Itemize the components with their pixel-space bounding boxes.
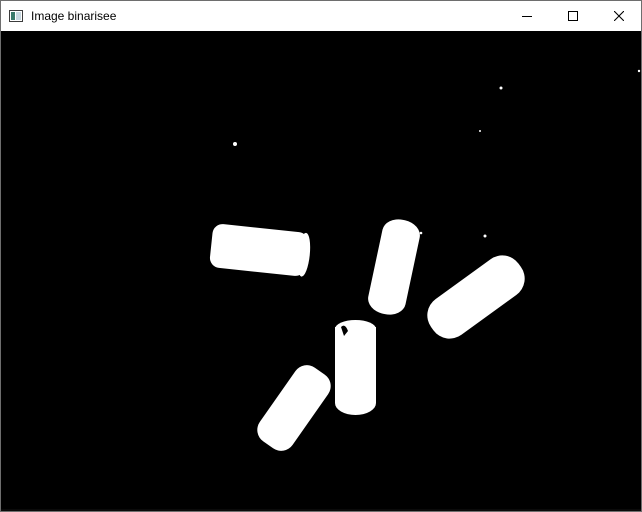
noise-speck (419, 231, 423, 235)
close-button[interactable] (596, 1, 641, 31)
bottom-edge-artifact (1, 509, 641, 511)
maximize-button[interactable] (550, 1, 596, 31)
noise-speck (483, 234, 487, 238)
white-blob-4 (335, 320, 376, 415)
binarized-image (1, 31, 641, 511)
noise-speck (637, 69, 641, 73)
maximize-icon (568, 11, 578, 21)
noise-speck (499, 86, 503, 90)
close-icon (614, 11, 624, 21)
noise-speck (479, 130, 481, 132)
image-window: Image binarisee (0, 0, 642, 512)
minimize-button[interactable] (504, 1, 550, 31)
binarized-image-canvas (1, 31, 641, 511)
image-window-icon[interactable] (9, 9, 23, 22)
minimize-icon (522, 16, 532, 17)
noise-speck (233, 142, 237, 146)
title-bar[interactable]: Image binarisee (1, 1, 641, 31)
window-title: Image binarisee (31, 9, 117, 23)
